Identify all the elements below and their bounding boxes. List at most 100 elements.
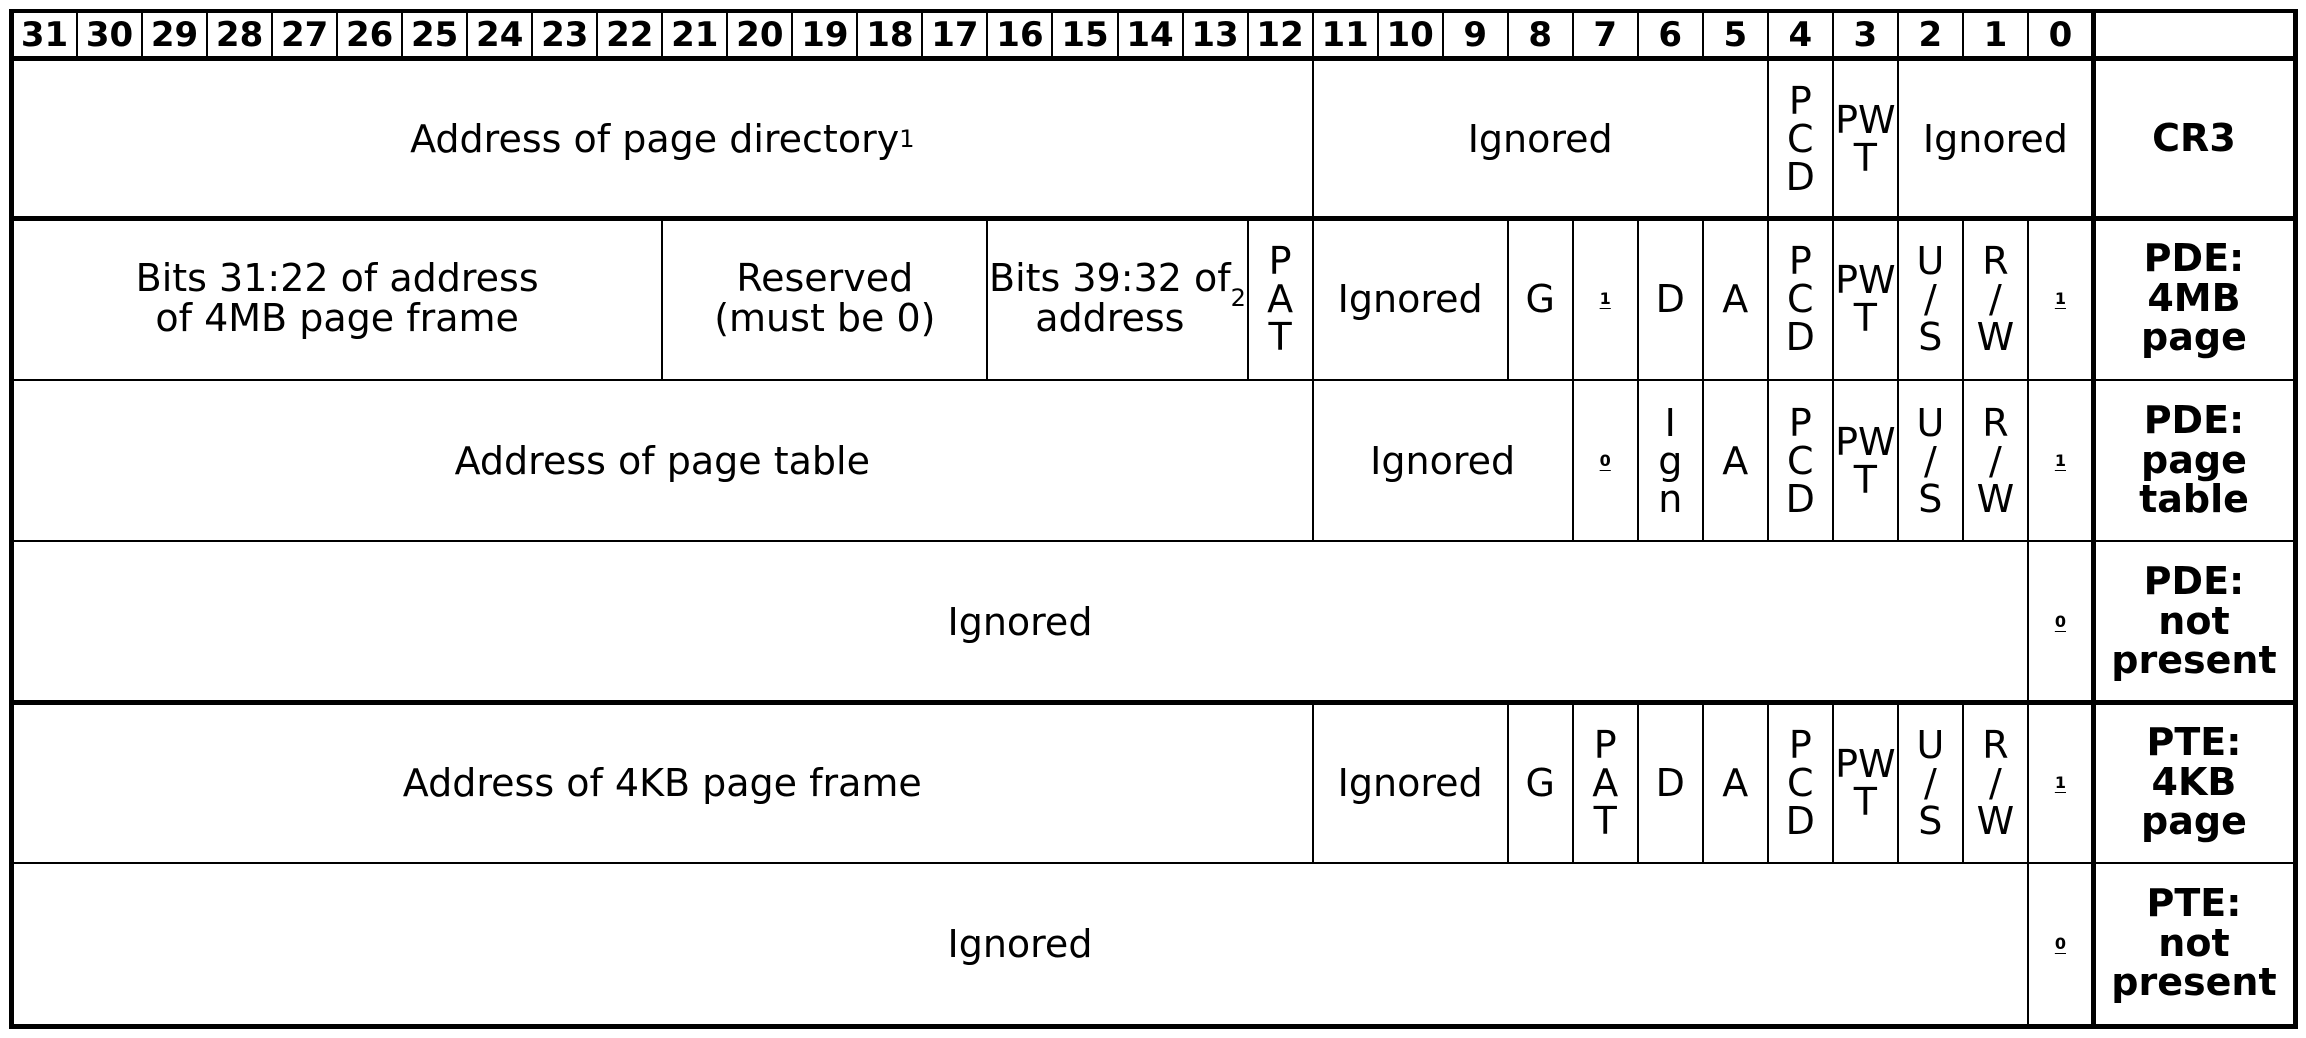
- field-divider: [2026, 863, 2029, 1024]
- bit-number-15: 15: [1061, 15, 1109, 55]
- field-bits-0-0: 1: [2028, 380, 2093, 541]
- field-text: Ignored: [1337, 276, 1483, 321]
- bit-number-26: 26: [345, 15, 394, 55]
- bit-number-22: 22: [606, 15, 654, 55]
- field-text: G: [1525, 276, 1555, 321]
- field-text: U / S: [1916, 722, 1945, 843]
- row-label: CR3: [2152, 115, 2236, 160]
- field-divider: [1311, 58, 1314, 219]
- header-divider: [466, 12, 469, 58]
- field-text: A: [1722, 438, 1749, 483]
- field-text: 0: [2054, 933, 2066, 953]
- bit-number-13: 13: [1191, 15, 1239, 55]
- header-divider: [921, 12, 924, 58]
- field-text: U / S: [1916, 238, 1945, 359]
- table-bottom-border: [9, 1024, 2298, 1029]
- field-bits-11-8: Ignored: [1313, 380, 1573, 541]
- header-divider: [1376, 12, 1379, 58]
- field-text: Ignored: [947, 599, 1093, 644]
- bit-number-11: 11: [1321, 15, 1369, 55]
- field-text: 1: [2054, 450, 2066, 470]
- field-bits-3-3: PW T: [1833, 380, 1898, 541]
- footnote-marker: 2: [1230, 283, 1246, 312]
- header-divider: [2026, 12, 2029, 58]
- field-text: U / S: [1916, 400, 1945, 521]
- header-divider: [76, 12, 79, 58]
- field-text: P A T: [1592, 722, 1619, 843]
- field-text: Address of page directory: [410, 116, 900, 161]
- row-label: PDE: 4MB page: [2141, 235, 2247, 360]
- bit-number-23: 23: [541, 15, 589, 55]
- paging-structure-format-table: 31 30 29 28 27 26 25 24 23 22 21 20 19 18 17 16 15 14 13 12…: [0, 0, 2306, 1038]
- bit-number-30: 30: [85, 15, 134, 55]
- field-divider: [1571, 702, 1574, 863]
- field-bits-16-13: Bits 39:32 of address 2: [987, 218, 1247, 379]
- field-text: R / W: [1976, 722, 2015, 843]
- header-divider: [1961, 12, 1964, 58]
- field-divider: [1311, 702, 1314, 863]
- field-bits-12-12: P A T: [1248, 218, 1313, 379]
- field-bits-8-8: G: [1508, 702, 1573, 863]
- field-divider: [2026, 218, 2029, 379]
- bit-number-1: 1: [1983, 15, 2008, 55]
- bit-number-10: 10: [1386, 15, 1434, 55]
- bit-number-3: 3: [1853, 15, 1878, 55]
- pte-separator: [9, 700, 2298, 705]
- field-bits-1-1: R / W: [1963, 702, 2028, 863]
- header-divider: [1766, 12, 1769, 58]
- field-text: 1: [1599, 288, 1611, 308]
- row-label: PDE: not present: [2111, 558, 2277, 683]
- field-bits-3-3: PW T: [1833, 58, 1898, 219]
- field-bits-31-12: Address of page table: [12, 380, 1313, 541]
- field-divider: [1701, 702, 1704, 863]
- field-bits-1-1: R / W: [1963, 218, 2028, 379]
- header-divider: [271, 12, 274, 58]
- field-divider: [1766, 58, 1769, 219]
- field-divider: [1311, 380, 1314, 541]
- field-bits-31-12: Address of 4KB page frame: [12, 702, 1313, 863]
- field-bits-4-4: P C D: [1768, 218, 1833, 379]
- field-bits-0-0: 0: [2028, 863, 2093, 1024]
- field-bits-5-5: A: [1703, 380, 1768, 541]
- field-bits-21-17: Reserved (must be 0): [662, 218, 987, 379]
- header-divider: [986, 12, 989, 58]
- header-divider: [1506, 12, 1509, 58]
- header-divider: [206, 12, 209, 58]
- field-bits-2-2: U / S: [1898, 218, 1963, 379]
- bit-number-6: 6: [1658, 15, 1683, 55]
- field-divider: [1896, 218, 1899, 379]
- field-divider: [661, 218, 664, 379]
- field-divider: [1246, 218, 1249, 379]
- bit-number-4: 4: [1788, 15, 1813, 55]
- row-label: PTE: 4KB page: [2141, 719, 2247, 844]
- row-label: PTE: not present: [2111, 880, 2277, 1005]
- field-divider: [1831, 702, 1834, 863]
- header-divider: [1896, 12, 1899, 58]
- field-divider: [986, 218, 989, 379]
- field-bits-6-6: I g n: [1638, 380, 1703, 541]
- header-divider: [1636, 12, 1639, 58]
- field-divider: [2026, 541, 2029, 702]
- field-text: R / W: [1976, 238, 2015, 359]
- bit-number-17: 17: [931, 15, 979, 55]
- field-bits-4-4: P C D: [1768, 702, 1833, 863]
- bit-number-0: 0: [2048, 15, 2073, 55]
- field-text: 1: [2054, 288, 2066, 308]
- field-divider: [2026, 380, 2029, 541]
- header-divider: [1441, 12, 1444, 58]
- field-bits-31-12: Address of page directory 1: [12, 58, 1313, 219]
- bit-number-8: 8: [1528, 15, 1553, 55]
- field-divider: [1961, 380, 1964, 541]
- bit-number-16: 16: [996, 15, 1044, 55]
- field-text: Address of page table: [454, 438, 870, 483]
- header-divider: [1311, 12, 1314, 58]
- footnote-marker: 1: [899, 124, 915, 153]
- bit-number-27: 27: [280, 15, 329, 55]
- field-divider: [1636, 218, 1639, 379]
- bit-number-24: 24: [476, 15, 524, 55]
- field-divider: [1831, 58, 1834, 219]
- header-divider: [661, 12, 664, 58]
- field-text: 0: [2054, 611, 2066, 631]
- field-text: D: [1655, 276, 1685, 321]
- field-text: Ignored: [1467, 116, 1613, 161]
